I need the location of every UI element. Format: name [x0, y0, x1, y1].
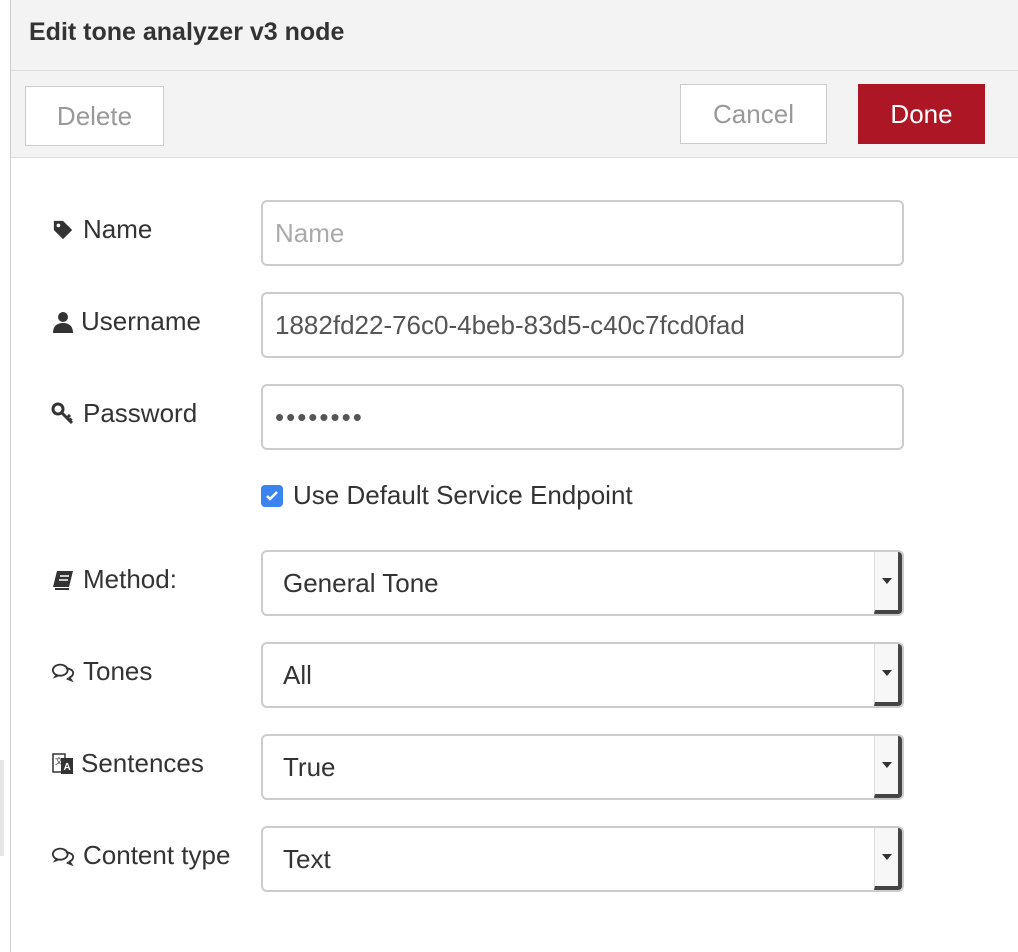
- dialog-toolbar: Delete Cancel Done: [11, 71, 1018, 158]
- method-select-value: General Tone: [283, 567, 439, 598]
- name-label: Name: [51, 214, 152, 245]
- password-row: Password: [11, 384, 1018, 452]
- left-scrollbar[interactable]: [0, 760, 4, 856]
- content-type-select[interactable]: Text: [261, 826, 904, 892]
- chevron-down-icon[interactable]: [874, 644, 902, 706]
- chevron-down-icon[interactable]: [874, 828, 902, 890]
- sentences-row: 文A Sentences True: [11, 734, 1018, 802]
- name-label-text: Name: [83, 214, 153, 244]
- dialog-header: Edit tone analyzer v3 node: [11, 0, 1018, 71]
- name-row: Name: [11, 200, 1018, 268]
- translate-icon: 文A: [51, 752, 75, 776]
- chevron-down-icon[interactable]: [874, 736, 902, 798]
- cancel-button[interactable]: Cancel: [680, 84, 827, 144]
- dialog-title: Edit tone analyzer v3 node: [29, 18, 345, 46]
- content-type-row: Content type Text: [11, 826, 1018, 894]
- password-input[interactable]: [261, 384, 904, 450]
- content-type-label-text: Content type: [83, 840, 231, 870]
- default-endpoint-checkbox[interactable]: [261, 484, 283, 507]
- book-icon: [51, 568, 75, 592]
- sentences-select-value: True: [283, 751, 336, 782]
- edit-node-dialog: Edit tone analyzer v3 node Delete Cancel…: [10, 0, 1018, 952]
- comments-icon: [51, 844, 75, 868]
- key-icon: [51, 402, 75, 426]
- method-row: Method: General Tone: [11, 550, 1018, 618]
- sentences-label-text: Sentences: [81, 748, 204, 778]
- tag-icon: [51, 218, 75, 242]
- name-input[interactable]: [261, 200, 904, 266]
- method-select[interactable]: General Tone: [261, 550, 904, 616]
- user-icon: [51, 310, 75, 334]
- content-type-label: Content type: [51, 840, 230, 871]
- default-endpoint-label: Use Default Service Endpoint: [293, 480, 633, 510]
- username-label-text: Username: [81, 306, 201, 336]
- svg-text:文: 文: [55, 756, 63, 766]
- method-label-text: Method:: [83, 564, 177, 594]
- tones-select-value: All: [283, 659, 312, 690]
- done-button[interactable]: Done: [858, 84, 985, 144]
- tones-label-text: Tones: [83, 656, 153, 686]
- tones-row: Tones All: [11, 642, 1018, 710]
- chevron-down-icon[interactable]: [874, 552, 902, 614]
- svg-text:A: A: [64, 762, 71, 773]
- username-row: Username: [11, 292, 1018, 360]
- password-label-text: Password: [83, 398, 198, 428]
- method-label: Method:: [51, 564, 177, 595]
- tones-select[interactable]: All: [261, 642, 904, 708]
- content-type-select-value: Text: [283, 843, 331, 874]
- sentences-label: 文A Sentences: [51, 748, 204, 779]
- password-label: Password: [51, 398, 197, 429]
- default-endpoint-row[interactable]: Use Default Service Endpoint: [261, 480, 633, 511]
- comments-icon: [51, 660, 75, 684]
- sentences-select[interactable]: True: [261, 734, 904, 800]
- delete-button[interactable]: Delete: [25, 86, 164, 146]
- tones-label: Tones: [51, 656, 152, 687]
- username-input[interactable]: [261, 292, 904, 358]
- username-label: Username: [51, 306, 201, 337]
